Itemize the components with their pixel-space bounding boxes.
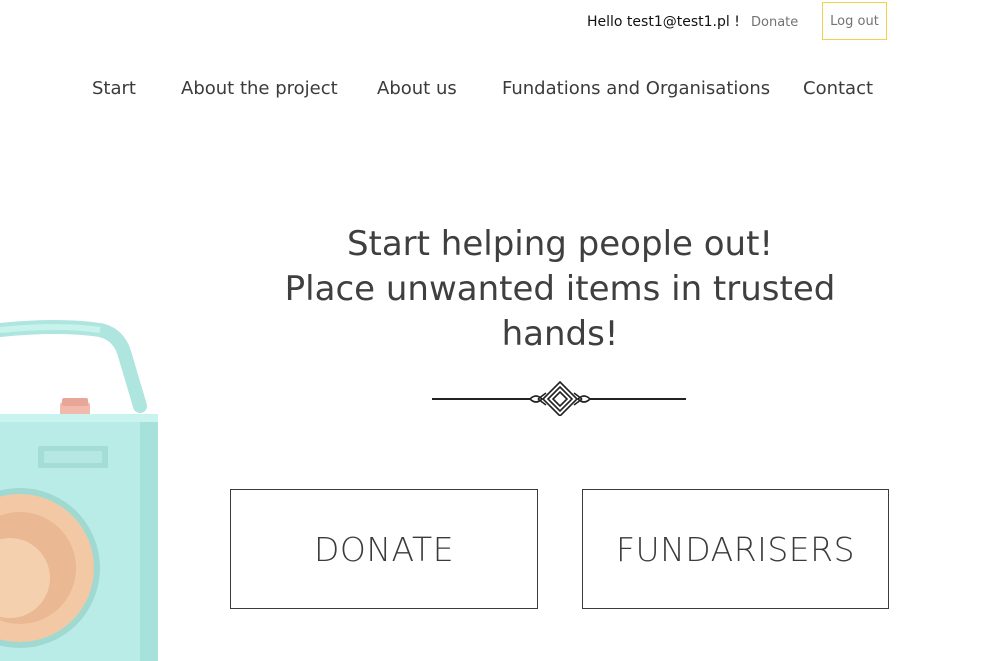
nav-item-about-us[interactable]: About us — [377, 78, 457, 99]
hero-title-line-1: Start helping people out! — [346, 224, 774, 264]
hero-title-line-2: Place unwanted items in trusted — [284, 269, 836, 309]
nav-item-about-project[interactable]: About the project — [181, 78, 338, 99]
user-bar: Hello test1@test1.pl ! Donate Log out — [560, 2, 890, 42]
ornament-divider-icon — [432, 380, 686, 416]
donate-button[interactable]: DONATE — [230, 489, 538, 609]
nav-item-start[interactable]: Start — [92, 78, 136, 99]
fundraisers-button[interactable]: FUNDARISERS — [582, 489, 889, 609]
main-nav: Start About the project About us Fundati… — [0, 78, 991, 102]
user-greeting: Hello test1@test1.pl ! — [587, 14, 740, 30]
logout-button[interactable]: Log out — [822, 2, 887, 40]
landing-page: Hello test1@test1.pl ! Donate Log out St… — [0, 0, 991, 661]
nav-item-contact[interactable]: Contact — [803, 78, 873, 99]
donate-link[interactable]: Donate — [751, 15, 798, 30]
radio-illustration — [0, 320, 158, 661]
hero-title-line-3: hands! — [501, 314, 619, 354]
hero-title: Start helping people out! Place unwanted… — [260, 222, 860, 357]
nav-item-foundations[interactable]: Fundations and Organisations — [502, 78, 770, 99]
